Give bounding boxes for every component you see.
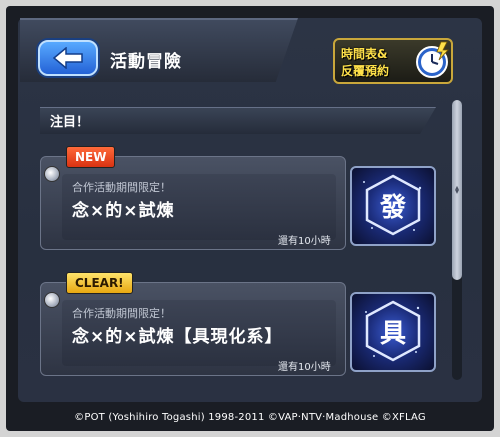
- quest-time-left: 還有10小時: [278, 236, 331, 247]
- new-badge: NEW: [66, 146, 116, 168]
- quest-time-left: 還有10小時: [278, 362, 331, 373]
- arrow-left-icon: [52, 47, 83, 69]
- clock-icon: [416, 41, 449, 78]
- quest-subtitle: 合作活動期間限定！: [72, 181, 171, 194]
- clear-badge: CLEAR!: [66, 272, 133, 294]
- page-title: 活動冒險: [110, 52, 182, 72]
- quest-title: 念×的×試煉【具現化系】: [72, 327, 283, 347]
- quest-card[interactable]: CLEAR! 合作活動期間限定！ 念×的×試煉【具現化系】 還有10小時 具: [40, 272, 440, 380]
- emblem-char: 發: [379, 193, 407, 223]
- copyright-footer: ©POT (Yoshihiro Togashi) 1998-2011 ©VAP·…: [74, 412, 426, 423]
- hexagon-emblem-icon: 發: [363, 174, 422, 236]
- schedule-button[interactable]: 時間表& 反覆預約: [333, 38, 453, 84]
- quest-emblem: 具: [350, 292, 436, 372]
- status-dot-icon: [44, 166, 60, 182]
- schedule-label-line1: 時間表&: [341, 47, 388, 61]
- emblem-char: 具: [380, 319, 406, 349]
- back-button[interactable]: [38, 40, 98, 76]
- quest-subtitle: 合作活動期間限定！: [72, 307, 171, 320]
- scroll-grip-icon: ▴ ▾: [454, 183, 459, 196]
- status-dot-icon: [44, 292, 60, 308]
- hexagon-emblem-icon: 具: [365, 300, 421, 362]
- quest-emblem: 發: [350, 166, 436, 246]
- schedule-label-line2: 反覆預約: [341, 64, 390, 78]
- section-header: [40, 107, 436, 134]
- quest-card[interactable]: NEW 合作活動期間限定！ 念×的×試煉 還有10小時 發: [40, 146, 440, 254]
- quest-title: 念×的×試煉: [72, 201, 175, 221]
- section-title: 注目！: [50, 115, 90, 130]
